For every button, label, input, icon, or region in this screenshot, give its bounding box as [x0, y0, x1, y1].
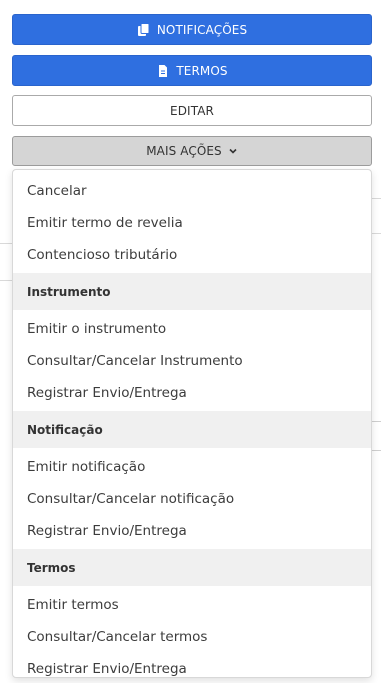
- mais-acoes-dropdown: Cancelar Emitir termo de revelia Contenc…: [12, 169, 372, 678]
- notificacoes-button[interactable]: NOTIFICAÇÕES: [12, 14, 372, 45]
- copy-icon: [137, 22, 151, 37]
- menu-item-label: Cancelar: [27, 183, 87, 199]
- menu-item-emitir-termos[interactable]: Emitir termos: [13, 589, 371, 621]
- notificacoes-button-label: NOTIFICAÇÕES: [156, 22, 248, 37]
- menu-item-label: Consultar/Cancelar Instrumento: [27, 353, 243, 369]
- menu-item-label: Registrar Envio/Entrega: [27, 385, 187, 401]
- editar-button-label: EDITAR: [170, 103, 214, 118]
- menu-item-label: Emitir o instrumento: [27, 321, 167, 337]
- chevron-down-icon: [228, 146, 238, 156]
- menu-item-registrar-envio-notificacao[interactable]: Registrar Envio/Entrega: [13, 515, 371, 547]
- menu-section-header-instrumento: Instrumento: [13, 273, 371, 310]
- menu-item-emitir-instrumento[interactable]: Emitir o instrumento: [13, 313, 371, 345]
- menu-item-cancelar[interactable]: Cancelar: [13, 175, 371, 207]
- menu-section-label: Termos: [27, 560, 76, 575]
- termos-button-label: TERMOS: [176, 63, 228, 78]
- menu-item-label: Registrar Envio/Entrega: [27, 523, 187, 539]
- menu-item-label: Emitir notificação: [27, 459, 146, 475]
- menu-item-consultar-cancelar-notificacao[interactable]: Consultar/Cancelar notificação: [13, 483, 371, 515]
- menu-section-header-notificacao: Notificação: [13, 411, 371, 448]
- termos-button[interactable]: TERMOS: [12, 55, 372, 86]
- background-divider: [372, 233, 381, 234]
- menu-item-consultar-cancelar-instrumento[interactable]: Consultar/Cancelar Instrumento: [13, 345, 371, 377]
- menu-item-consultar-cancelar-termos[interactable]: Consultar/Cancelar termos: [13, 621, 371, 653]
- menu-item-registrar-envio-termos[interactable]: Registrar Envio/Entrega: [13, 653, 371, 677]
- editar-button[interactable]: EDITAR: [12, 95, 372, 126]
- menu-item-label: Consultar/Cancelar notificação: [27, 491, 235, 507]
- menu-item-emitir-termo-revelia[interactable]: Emitir termo de revelia: [13, 207, 371, 239]
- menu-item-registrar-envio-instrumento[interactable]: Registrar Envio/Entrega: [13, 377, 371, 409]
- background-divider: [0, 243, 12, 244]
- menu-item-label: Emitir termos: [27, 597, 119, 613]
- menu-item-label: Contencioso tributário: [27, 247, 178, 263]
- menu-item-label: Registrar Envio/Entrega: [27, 661, 187, 677]
- mais-acoes-button-label: MAIS AÇÕES: [146, 144, 222, 158]
- menu-item-label: Consultar/Cancelar termos: [27, 629, 208, 645]
- menu-section-label: Notificação: [27, 422, 103, 437]
- mais-acoes-button[interactable]: MAIS AÇÕES: [12, 136, 372, 166]
- menu-section-header-termos: Termos: [13, 549, 371, 586]
- menu-section-label: Instrumento: [27, 284, 111, 299]
- background-divider: [372, 198, 381, 199]
- menu-item-contencioso-tributario[interactable]: Contencioso tributário: [13, 239, 371, 271]
- document-icon: [156, 64, 170, 78]
- menu-item-emitir-notificacao[interactable]: Emitir notificação: [13, 451, 371, 483]
- background-divider: [0, 280, 12, 281]
- menu-item-label: Emitir termo de revelia: [27, 215, 183, 231]
